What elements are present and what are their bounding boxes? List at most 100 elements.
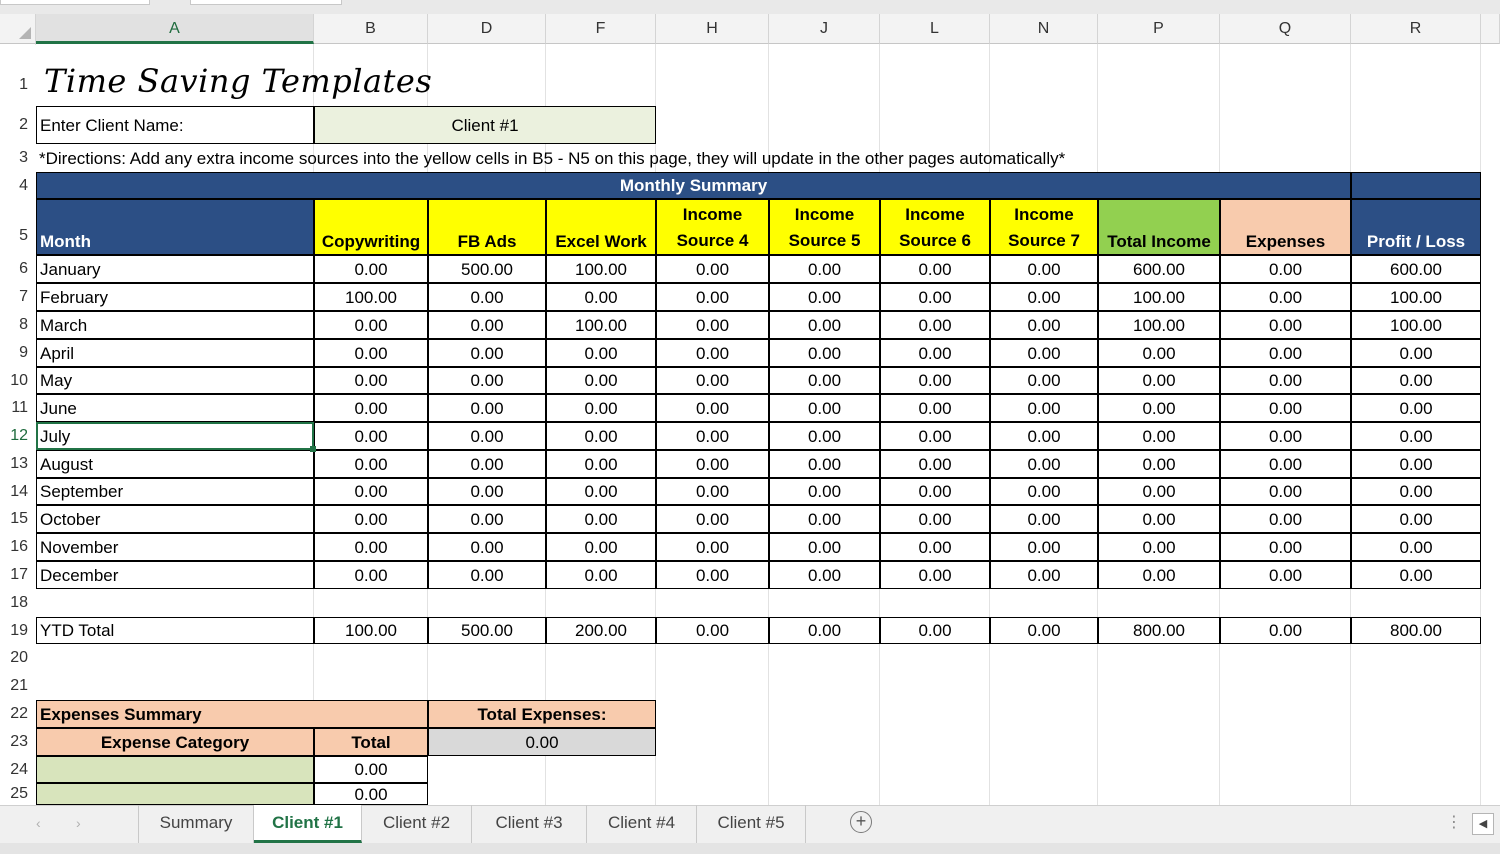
row-header-12[interactable]: 12 <box>0 422 36 450</box>
column-header-n[interactable]: N <box>990 14 1098 44</box>
month-value-cell[interactable]: 100.00 <box>1351 283 1481 311</box>
month-value-cell[interactable]: 0.00 <box>1098 394 1220 422</box>
sheet-tab-client-4[interactable]: Client #4 <box>587 805 697 843</box>
month-value-cell[interactable]: 0.00 <box>1351 339 1481 367</box>
month-value-cell[interactable]: 0.00 <box>1098 561 1220 589</box>
month-label[interactable]: November <box>36 533 314 561</box>
month-value-cell[interactable]: 0.00 <box>769 394 880 422</box>
column-header-q[interactable]: Q <box>1220 14 1351 44</box>
month-label[interactable]: June <box>36 394 314 422</box>
month-value-cell[interactable]: 0.00 <box>656 394 769 422</box>
month-value-cell[interactable]: 0.00 <box>428 422 546 450</box>
month-value-cell[interactable]: 0.00 <box>656 533 769 561</box>
month-value-cell[interactable]: 100.00 <box>1351 311 1481 339</box>
month-label[interactable]: September <box>36 478 314 505</box>
month-value-cell[interactable]: 0.00 <box>990 255 1098 283</box>
month-value-cell[interactable]: 0.00 <box>1351 450 1481 478</box>
column-header-r[interactable]: R <box>1351 14 1481 44</box>
month-value-cell[interactable]: 0.00 <box>314 478 428 505</box>
row-header-17[interactable]: 17 <box>0 561 36 589</box>
expense-category-input[interactable] <box>36 756 314 783</box>
month-value-cell[interactable]: 0.00 <box>880 533 990 561</box>
month-value-cell[interactable]: 0.00 <box>428 311 546 339</box>
column-header-f[interactable]: F <box>546 14 656 44</box>
row-header-11[interactable]: 11 <box>0 394 36 422</box>
row-header-7[interactable]: 7 <box>0 283 36 311</box>
month-value-cell[interactable]: 0.00 <box>880 255 990 283</box>
month-value-cell[interactable]: 0.00 <box>546 367 656 394</box>
month-label[interactable]: December <box>36 561 314 589</box>
month-value-cell[interactable]: 0.00 <box>990 339 1098 367</box>
month-value-cell[interactable]: 0.00 <box>1098 478 1220 505</box>
column-header-b[interactable]: B <box>314 14 428 44</box>
month-value-cell[interactable]: 0.00 <box>769 367 880 394</box>
month-value-cell[interactable]: 0.00 <box>1098 505 1220 533</box>
column-header-next[interactable] <box>1481 14 1500 44</box>
month-value-cell[interactable]: 0.00 <box>769 561 880 589</box>
row-header-3[interactable]: 3 <box>0 144 36 172</box>
row-header-6[interactable]: 6 <box>0 255 36 283</box>
month-value-cell[interactable]: 100.00 <box>1098 283 1220 311</box>
month-value-cell[interactable]: 0.00 <box>656 478 769 505</box>
month-value-cell[interactable]: 0.00 <box>1220 255 1351 283</box>
row-header-25[interactable]: 25 <box>0 783 36 805</box>
month-value-cell[interactable]: 0.00 <box>314 561 428 589</box>
sheet-tab-client-3[interactable]: Client #3 <box>472 805 587 843</box>
expense-category-input[interactable] <box>36 783 314 805</box>
month-value-cell[interactable]: 0.00 <box>546 394 656 422</box>
month-label[interactable]: January <box>36 255 314 283</box>
row-header-14[interactable]: 14 <box>0 478 36 505</box>
month-value-cell[interactable]: 0.00 <box>1098 533 1220 561</box>
column-header-d[interactable]: D <box>428 14 546 44</box>
month-value-cell[interactable]: 0.00 <box>1351 533 1481 561</box>
month-value-cell[interactable]: 500.00 <box>428 255 546 283</box>
month-value-cell[interactable]: 0.00 <box>314 367 428 394</box>
month-value-cell[interactable]: 0.00 <box>1351 367 1481 394</box>
row-header-24[interactable]: 24 <box>0 756 36 783</box>
month-value-cell[interactable]: 0.00 <box>880 422 990 450</box>
month-value-cell[interactable]: 0.00 <box>880 478 990 505</box>
month-value-cell[interactable]: 0.00 <box>990 311 1098 339</box>
month-value-cell[interactable]: 0.00 <box>428 561 546 589</box>
month-value-cell[interactable]: 0.00 <box>656 505 769 533</box>
month-label[interactable]: February <box>36 283 314 311</box>
month-value-cell[interactable]: 0.00 <box>1351 394 1481 422</box>
column-header-h[interactable]: H <box>656 14 769 44</box>
month-label[interactable]: October <box>36 505 314 533</box>
month-value-cell[interactable]: 0.00 <box>769 478 880 505</box>
month-value-cell[interactable]: 0.00 <box>314 422 428 450</box>
month-value-cell[interactable]: 0.00 <box>1220 367 1351 394</box>
month-value-cell[interactable]: 0.00 <box>990 394 1098 422</box>
client-name-input[interactable]: Client #1 <box>314 106 656 144</box>
row-header-23[interactable]: 23 <box>0 728 36 756</box>
month-value-cell[interactable]: 0.00 <box>1351 561 1481 589</box>
month-value-cell[interactable]: 0.00 <box>546 450 656 478</box>
month-value-cell[interactable]: 0.00 <box>1220 283 1351 311</box>
row-header-18[interactable]: 18 <box>0 589 36 617</box>
month-value-cell[interactable]: 0.00 <box>880 561 990 589</box>
month-value-cell[interactable]: 0.00 <box>428 367 546 394</box>
month-value-cell[interactable]: 0.00 <box>546 505 656 533</box>
month-value-cell[interactable]: 0.00 <box>546 478 656 505</box>
month-value-cell[interactable]: 0.00 <box>880 394 990 422</box>
header-income-src5[interactable]: Income Source 5 <box>769 199 880 255</box>
month-label[interactable]: May <box>36 367 314 394</box>
month-value-cell[interactable]: 0.00 <box>1098 339 1220 367</box>
month-value-cell[interactable]: 0.00 <box>1220 505 1351 533</box>
month-value-cell[interactable]: 600.00 <box>1098 255 1220 283</box>
month-value-cell[interactable]: 0.00 <box>1220 311 1351 339</box>
more-options-icon[interactable]: ⋮ <box>1446 812 1462 832</box>
add-sheet-icon[interactable]: + <box>850 811 872 833</box>
header-fb-ads[interactable]: FB Ads <box>428 199 546 255</box>
row-header-1[interactable]: 1 <box>0 45 36 106</box>
select-all-button[interactable] <box>0 14 36 44</box>
month-value-cell[interactable]: 0.00 <box>1220 561 1351 589</box>
month-value-cell[interactable]: 0.00 <box>428 478 546 505</box>
month-value-cell[interactable]: 0.00 <box>769 422 880 450</box>
month-value-cell[interactable]: 0.00 <box>428 339 546 367</box>
month-value-cell[interactable]: 0.00 <box>546 283 656 311</box>
month-value-cell[interactable]: 0.00 <box>880 505 990 533</box>
month-value-cell[interactable]: 0.00 <box>656 450 769 478</box>
month-value-cell[interactable]: 0.00 <box>990 478 1098 505</box>
month-value-cell[interactable]: 0.00 <box>314 339 428 367</box>
